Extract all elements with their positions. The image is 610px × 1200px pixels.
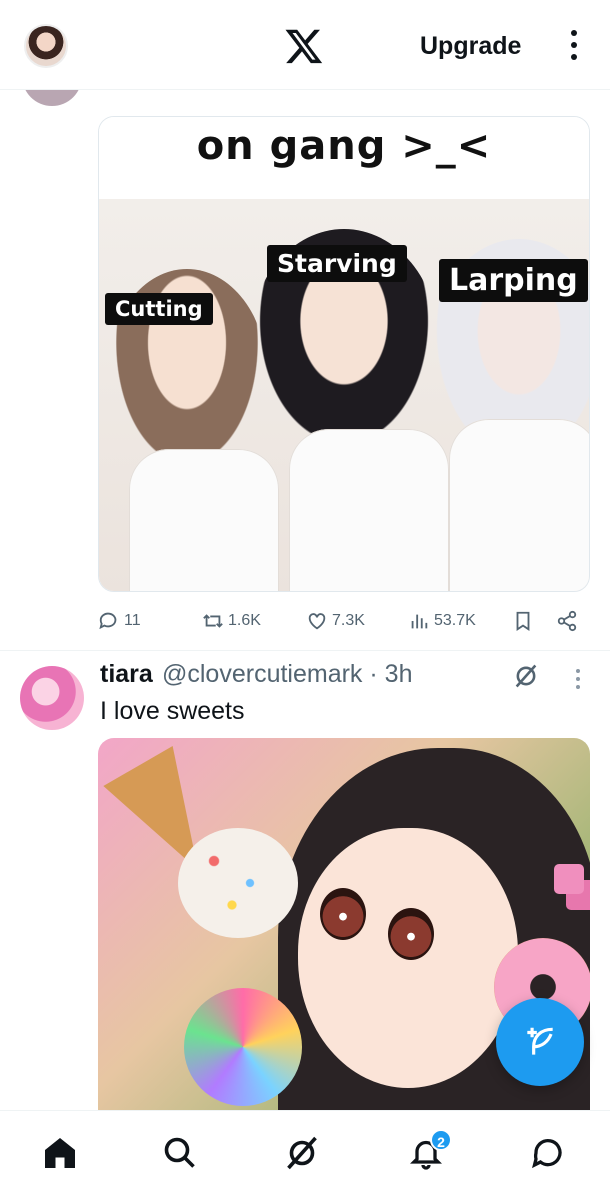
reply-count: 11 bbox=[124, 612, 141, 629]
upgrade-button[interactable]: Upgrade bbox=[420, 32, 521, 61]
search-icon bbox=[164, 1137, 195, 1168]
like-button[interactable]: 7.3K bbox=[306, 604, 365, 638]
compose-plus-feather-icon bbox=[527, 1027, 553, 1055]
x-logo-icon[interactable] bbox=[284, 26, 324, 66]
meme-label-left: Cutting bbox=[105, 293, 213, 325]
more-options-icon[interactable] bbox=[566, 28, 582, 64]
home-icon bbox=[45, 1138, 75, 1168]
author-name[interactable]: tiara bbox=[100, 660, 153, 689]
messages-icon bbox=[532, 1138, 562, 1169]
post-more-icon[interactable] bbox=[570, 668, 586, 694]
repost-button[interactable]: 1.6K bbox=[202, 604, 261, 638]
nav-home[interactable] bbox=[42, 1135, 82, 1175]
profile-avatar[interactable] bbox=[24, 24, 68, 68]
top-header: Upgrade bbox=[0, 0, 610, 90]
dress-right bbox=[449, 419, 589, 591]
nav-search[interactable] bbox=[162, 1135, 202, 1175]
meme-caption-area: on gang >_< bbox=[99, 117, 589, 199]
author-handle[interactable]: @clovercutiemark · 3h bbox=[162, 660, 412, 689]
reply-button[interactable]: 11 bbox=[98, 604, 141, 638]
grok-icon[interactable] bbox=[512, 662, 540, 690]
lollipop bbox=[184, 988, 302, 1106]
hair-clip bbox=[554, 864, 584, 894]
repost-count: 1.6K bbox=[228, 612, 261, 629]
share-icon bbox=[557, 610, 577, 632]
views-icon bbox=[411, 614, 428, 629]
share-button[interactable] bbox=[556, 604, 578, 638]
nav-grok[interactable] bbox=[284, 1135, 324, 1175]
reply-icon bbox=[99, 612, 117, 630]
notification-badge: 2 bbox=[430, 1129, 452, 1151]
post-text: I love sweets bbox=[100, 697, 245, 725]
post-image[interactable]: on gang >_< Cutting Starving Larping bbox=[98, 116, 590, 592]
grok-icon bbox=[287, 1136, 317, 1170]
author-avatar[interactable] bbox=[20, 666, 84, 730]
character-eye bbox=[388, 908, 434, 960]
handle-text: @clovercutiemark bbox=[162, 660, 363, 688]
repost-icon bbox=[203, 614, 223, 628]
nav-messages[interactable] bbox=[530, 1135, 570, 1175]
bookmark-icon bbox=[516, 611, 530, 631]
ice-cream-scoop bbox=[178, 828, 298, 938]
post-time: · 3h bbox=[369, 660, 413, 688]
post-action-bar: 11 1.6K 7.3K 53.7K bbox=[98, 604, 590, 638]
post-divider bbox=[0, 650, 610, 651]
character-eye bbox=[320, 888, 366, 940]
bottom-navigation: 2 bbox=[0, 1110, 610, 1200]
meme-label-right: Larping bbox=[439, 259, 588, 302]
meme-caption: on gang >_< bbox=[196, 123, 492, 169]
like-count: 7.3K bbox=[332, 612, 365, 629]
compose-post-button[interactable] bbox=[496, 998, 584, 1086]
nav-notifications[interactable]: 2 bbox=[408, 1129, 452, 1175]
dress-left bbox=[129, 449, 279, 591]
heart-icon bbox=[308, 613, 326, 630]
views-count: 53.7K bbox=[434, 612, 476, 629]
dress-middle bbox=[289, 429, 449, 591]
meme-label-middle: Starving bbox=[267, 245, 407, 282]
bookmark-button[interactable] bbox=[512, 604, 534, 638]
views-button[interactable]: 53.7K bbox=[408, 604, 476, 638]
